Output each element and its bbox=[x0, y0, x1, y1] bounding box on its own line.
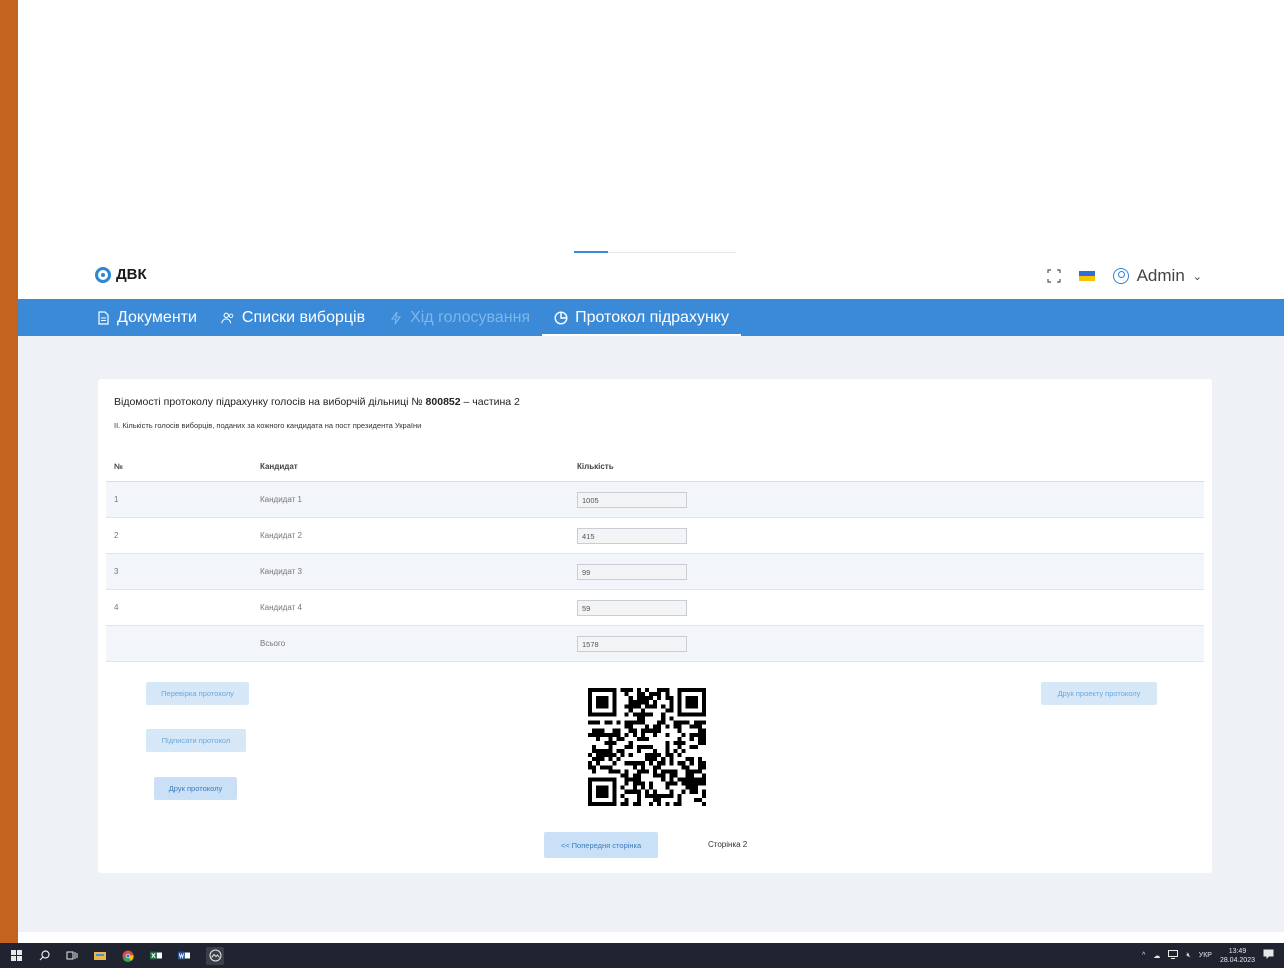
print-draft-button[interactable]: Друк проекту протоколу bbox=[1041, 682, 1157, 705]
count-input[interactable]: 99 bbox=[577, 563, 687, 580]
language-indicator[interactable]: УКР bbox=[1199, 952, 1212, 959]
user-avatar-icon bbox=[1112, 268, 1129, 284]
word-icon[interactable] bbox=[178, 950, 190, 962]
users-icon bbox=[221, 312, 234, 323]
language-flag-icon[interactable] bbox=[1078, 271, 1095, 281]
chevron-down-icon: ⌄ bbox=[1192, 270, 1202, 283]
clock-time: 13:49 bbox=[1228, 947, 1247, 955]
votes-table: № Кандидат Кількість 1 Кандидат 1 1005 2… bbox=[106, 452, 1204, 662]
volume-muted-icon[interactable]: 🔇︎ bbox=[1186, 952, 1190, 960]
qr-code bbox=[588, 688, 706, 806]
logo-text: ДВК bbox=[116, 266, 147, 283]
chevron-up-icon[interactable]: ^ bbox=[1142, 952, 1145, 959]
table-row: 1 Кандидат 1 1005 bbox=[106, 481, 1204, 518]
chrome-icon[interactable] bbox=[122, 950, 134, 962]
total-label: Всього bbox=[260, 625, 577, 662]
app-logo[interactable]: ДВК bbox=[95, 266, 147, 283]
user-menu[interactable]: Admin ⌄ bbox=[1112, 266, 1202, 286]
row-candidate: Кандидат 3 bbox=[260, 553, 577, 590]
notifications-icon[interactable] bbox=[1263, 949, 1274, 962]
table-row: 2 Кандидат 2 415 bbox=[106, 517, 1204, 554]
lightning-icon bbox=[391, 311, 402, 324]
nav-item-documents[interactable]: Документи bbox=[96, 299, 209, 336]
count-input[interactable]: 59 bbox=[577, 599, 687, 616]
header-actions: Admin ⌄ bbox=[1046, 266, 1202, 286]
row-candidate: Кандидат 1 bbox=[260, 481, 577, 518]
app-icon[interactable] bbox=[206, 946, 224, 965]
sign-protocol-button[interactable]: Підписати протокол bbox=[146, 729, 246, 752]
clock-date: 28.04.2023 bbox=[1219, 956, 1255, 964]
print-protocol-button[interactable]: Друк протоколу bbox=[154, 777, 237, 800]
table-row: 4 Кандидат 4 59 bbox=[106, 589, 1204, 626]
user-name: Admin bbox=[1136, 266, 1185, 285]
nav-item-label: Протокол підрахунку bbox=[575, 308, 729, 326]
windows-start-icon[interactable] bbox=[10, 950, 22, 962]
protocol-title: Відомості протоколу підрахунку голосів н… bbox=[114, 396, 520, 408]
district-number: 800852 bbox=[425, 396, 461, 408]
document-icon bbox=[98, 310, 109, 325]
nav-item-count-protocol[interactable]: Протокол підрахунку bbox=[542, 299, 741, 336]
nav-item-voter-lists[interactable]: Списки виборців bbox=[209, 299, 377, 336]
fullscreen-icon[interactable] bbox=[1046, 269, 1061, 283]
logo-circle-icon bbox=[95, 266, 111, 283]
clock[interactable]: 13:49 28.04.2023 bbox=[1220, 947, 1255, 965]
col-header-number: № bbox=[106, 452, 260, 482]
table-row: 3 Кандидат 3 99 bbox=[106, 553, 1204, 590]
excel-icon[interactable] bbox=[150, 950, 162, 962]
pie-chart-icon bbox=[554, 310, 568, 325]
protocol-subtitle: ІІ. Кількість голосів виборців, поданих … bbox=[114, 421, 422, 430]
row-candidate: Кандидат 2 bbox=[260, 517, 577, 554]
nav-item-label: Списки виборців bbox=[241, 308, 366, 326]
total-count-field: 1578 bbox=[577, 635, 687, 652]
row-number: 3 bbox=[106, 553, 260, 590]
desktop-edge bbox=[0, 0, 18, 943]
row-number: 1 bbox=[106, 481, 260, 518]
table-row-total: Всього 1578 bbox=[106, 625, 1204, 662]
col-header-candidate: Кандидат bbox=[260, 452, 577, 482]
row-candidate: Кандидат 4 bbox=[260, 589, 577, 626]
col-header-count: Кількість bbox=[577, 452, 1204, 482]
loading-progress-bar bbox=[574, 251, 736, 253]
blank-area bbox=[18, 0, 1284, 258]
nav-item-label: Хід голосування bbox=[410, 308, 531, 326]
check-protocol-button[interactable]: Перевірка протоколу bbox=[146, 682, 249, 705]
network-icon[interactable] bbox=[1168, 950, 1179, 961]
main-nav: Документи Списки виборців Хід голосуванн… bbox=[18, 299, 1284, 336]
page-indicator: Сторінка 2 bbox=[708, 840, 748, 849]
task-view-icon[interactable] bbox=[66, 950, 78, 962]
count-input[interactable]: 1005 bbox=[577, 491, 687, 508]
search-icon[interactable] bbox=[38, 950, 50, 962]
nav-item-voting-progress: Хід голосування bbox=[377, 299, 542, 336]
windows-taskbar: ^ ☁ 🔇︎ УКР 13:49 28.04.2023 bbox=[0, 943, 1284, 968]
previous-page-button[interactable]: << Попередня сторінка bbox=[544, 832, 658, 858]
system-tray: ^ ☁ 🔇︎ УКР 13:49 28.04.2023 bbox=[1142, 943, 1274, 968]
row-number: 2 bbox=[106, 517, 260, 554]
count-input[interactable]: 415 bbox=[577, 527, 687, 544]
app-header: ДВК Admin ⌄ bbox=[18, 258, 1284, 299]
row-number: 4 bbox=[106, 589, 260, 626]
onedrive-icon[interactable]: ☁ bbox=[1153, 952, 1160, 960]
nav-item-label: Документи bbox=[117, 308, 197, 326]
file-explorer-icon[interactable] bbox=[94, 950, 106, 962]
